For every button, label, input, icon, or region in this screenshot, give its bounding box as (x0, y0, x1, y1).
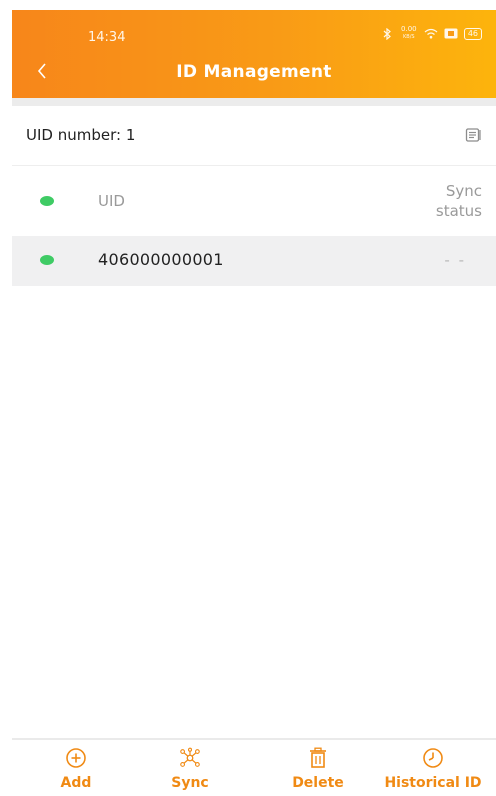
sync-button[interactable]: Sync (160, 746, 220, 796)
column-header-uid: UID (98, 192, 125, 210)
column-header-sync-line2: status (435, 202, 482, 220)
delete-button[interactable]: Delete (278, 746, 358, 796)
status-dot (40, 255, 54, 265)
delete-label: Delete (292, 775, 344, 791)
header-divider (12, 98, 496, 106)
status-icons: 0.00 KB/S 46 (380, 26, 482, 41)
bottom-action-bar: Add Sync Delete Historical ID (12, 738, 496, 796)
table-row[interactable]: 406000000001 - - (12, 236, 496, 286)
page-title: ID Management (176, 62, 332, 82)
uid-value: 406000000001 (98, 250, 224, 269)
net-speed: 0.00 KB/S (400, 26, 418, 41)
status-time: 14:34 (88, 30, 126, 45)
uid-count-row: UID number: 1 (12, 106, 496, 166)
document-icon[interactable] (464, 126, 482, 144)
historical-id-button[interactable]: Historical ID (368, 746, 496, 796)
clock-icon (421, 746, 445, 770)
app-screen: 14:34 0.00 KB/S 46 ID Management UID num… (12, 10, 496, 796)
app-header: 14:34 0.00 KB/S 46 ID Management (12, 10, 496, 98)
add-circle-icon (64, 746, 88, 770)
sync-label: Sync (171, 775, 209, 791)
column-header-sync-status: Sync status (402, 181, 482, 221)
sync-status-value: - - (444, 251, 466, 269)
add-button[interactable]: Add (46, 746, 106, 796)
uid-count-label: UID number: 1 (26, 126, 136, 144)
battery-icon: 46 (463, 27, 482, 40)
add-label: Add (60, 775, 92, 791)
column-header-sync-line1: Sync (445, 182, 482, 200)
wifi-icon (424, 28, 438, 40)
list-header: UID Sync status (12, 167, 496, 235)
net-speed-value: 0.00 (401, 25, 417, 33)
status-dot (40, 196, 54, 206)
historical-id-label: Historical ID (384, 775, 482, 791)
trash-icon (306, 746, 330, 770)
sync-network-icon (178, 746, 202, 770)
net-speed-unit: KB/S (403, 34, 415, 40)
bluetooth-icon (380, 27, 394, 40)
sim-icon (444, 28, 458, 40)
